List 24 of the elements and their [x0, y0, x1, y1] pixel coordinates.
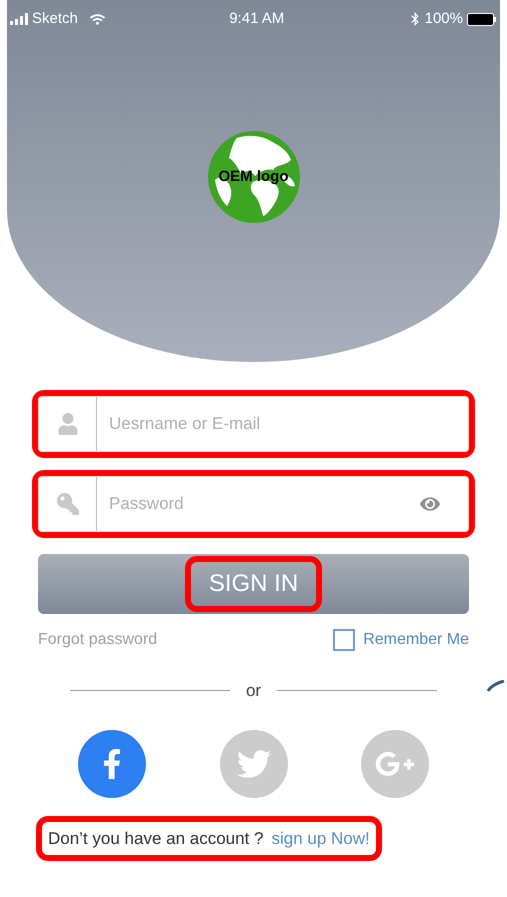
- globe-logo-icon: [206, 130, 300, 224]
- bluetooth-icon: [408, 12, 421, 26]
- remember-checkbox[interactable]: [333, 629, 356, 651]
- user-icon: [56, 413, 78, 435]
- sign-in-label: SIGN IN: [208, 570, 298, 597]
- text-input[interactable]: Password: [97, 491, 420, 517]
- remember-me-label: Remember Me: [363, 630, 469, 650]
- signal-icon: [10, 13, 28, 25]
- sign-up-link[interactable]: sign up Now!: [271, 826, 370, 851]
- key-icon: [56, 493, 78, 515]
- stroke-mark: [487, 680, 505, 692]
- battery-percent: 100%: [424, 8, 463, 29]
- logo-text: OEM logo: [218, 166, 288, 187]
- sign-in-button[interactable]: SIGN IN: [38, 554, 469, 614]
- text-input[interactable]: Uesrname or E-mail: [97, 411, 468, 437]
- input-field[interactable]: Uesrname or E-mail: [38, 396, 469, 452]
- forgot-password-link[interactable]: Forgot password: [38, 628, 158, 652]
- battery-icon: [467, 12, 497, 26]
- carrier-name: Sketch: [32, 8, 78, 29]
- input-field[interactable]: Password: [38, 476, 469, 532]
- signup-prompt: Don’t you have an account ?: [48, 828, 264, 850]
- wifi-icon: [90, 12, 105, 26]
- status-time: 9:41 AM: [229, 8, 284, 29]
- divider-text: or: [246, 680, 262, 702]
